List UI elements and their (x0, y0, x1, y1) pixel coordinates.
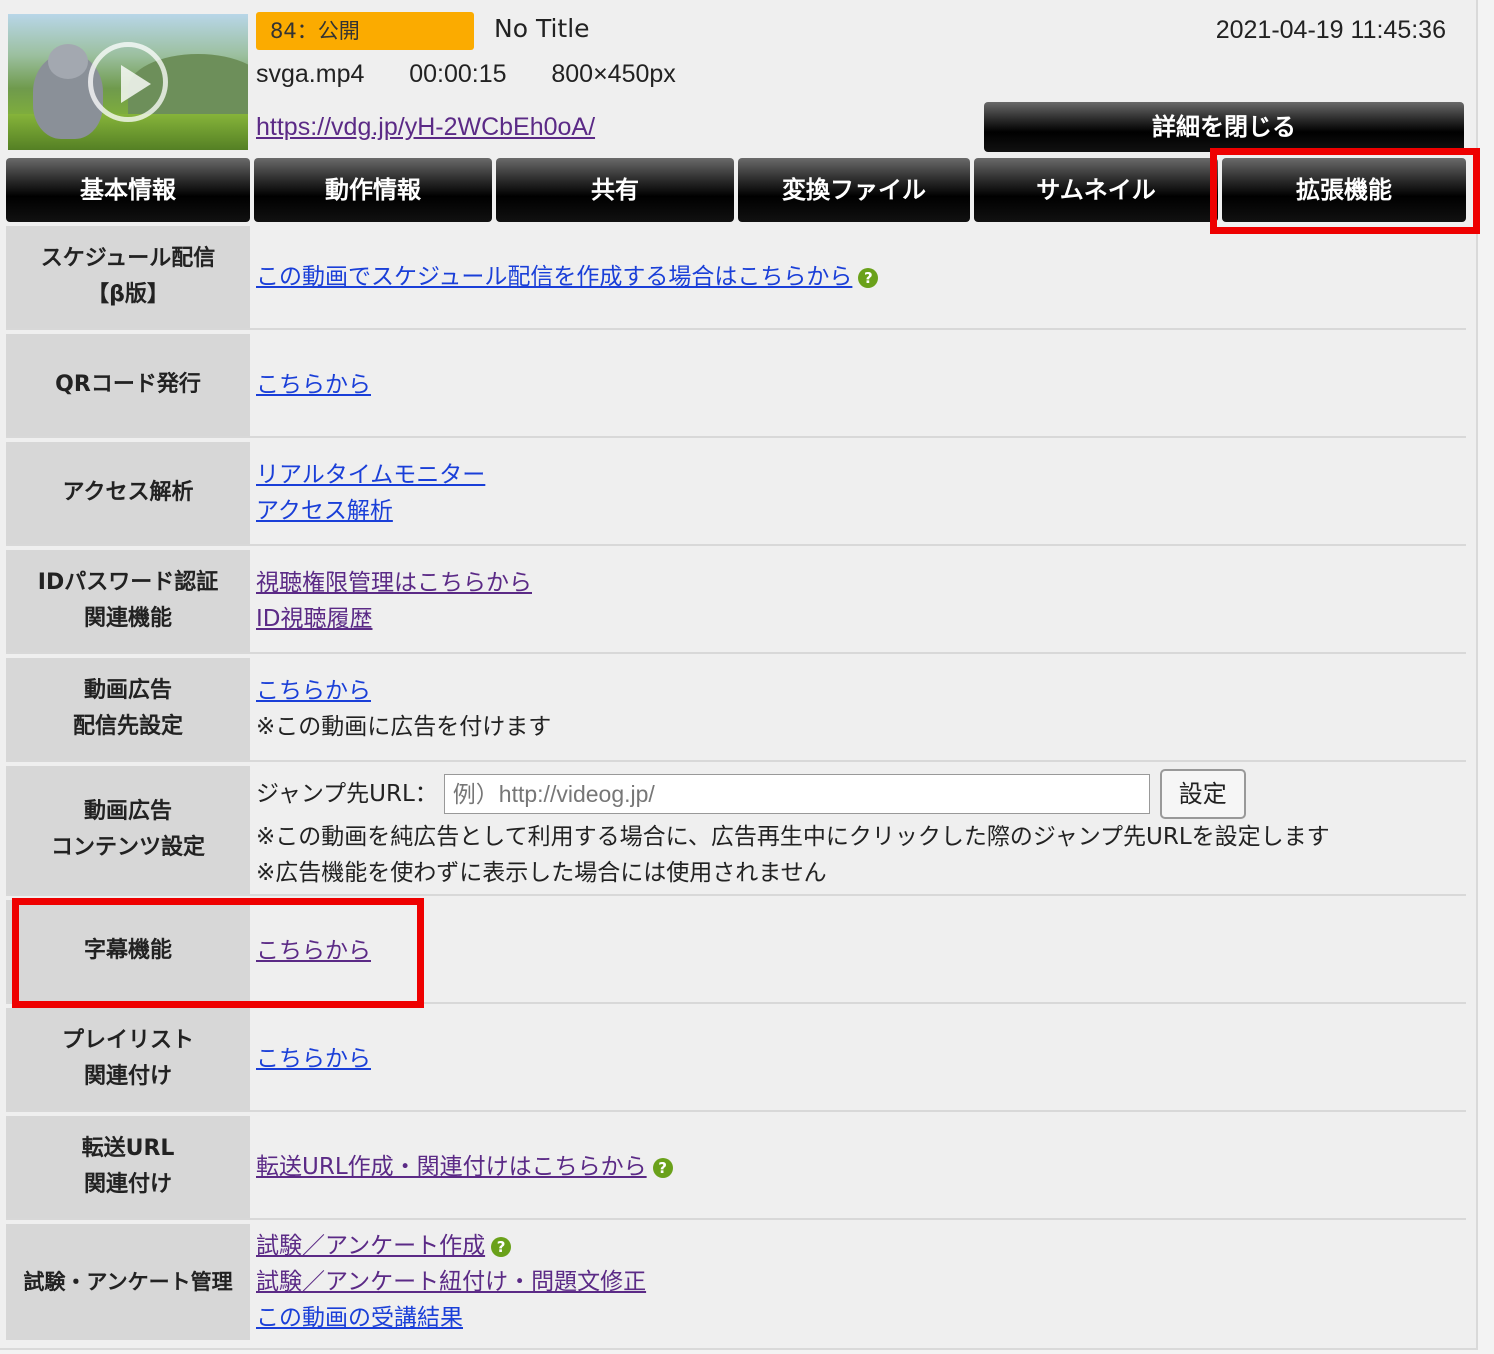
row-access: アクセス解析 リアルタイムモニター アクセス解析 (6, 442, 1466, 546)
close-details-button[interactable]: 詳細を閉じる (984, 102, 1464, 152)
exam-results-link[interactable]: この動画の受講結果 (256, 1305, 463, 1331)
exam-link-edit-link[interactable]: 試験／アンケート紐付け・問題文修正 (256, 1269, 646, 1295)
video-thumbnail[interactable] (8, 14, 248, 150)
row-forward-url: 転送URL 関連付け 転送URL作成・関連付けはこちらから? (6, 1116, 1466, 1220)
highlight-extensions-tab (1210, 148, 1480, 234)
row-label: アクセス解析 (6, 442, 250, 544)
row-label: QRコード発行 (6, 334, 250, 436)
video-detail-panel: 84：公開 No Title 2021-04-19 11:45:36 svga.… (0, 0, 1480, 1350)
tab-converted-files[interactable]: 変換ファイル (738, 158, 970, 222)
row-content: 試験／アンケート作成? 試験／アンケート紐付け・問題文修正 この動画の受講結果 (256, 1224, 1466, 1340)
row-content: ジャンプ先URL： 例）http://videog.jp/ 設定 ※この動画を純… (256, 766, 1466, 894)
row-content: こちらから (256, 1008, 1466, 1110)
realtime-monitor-link[interactable]: リアルタイムモニター (256, 462, 485, 488)
row-content: こちらから ※この動画に広告を付けます (256, 658, 1466, 760)
row-label: プレイリスト 関連付け (6, 1008, 250, 1110)
jump-url-label: ジャンプ先URL： (256, 781, 438, 807)
ad-content-note: ※この動画を純広告として利用する場合に、広告再生中にクリックした際のジャンプ先U… (256, 824, 1330, 850)
play-icon[interactable] (88, 42, 168, 122)
tab-behavior-info[interactable]: 動作情報 (254, 158, 492, 222)
row-content: この動画でスケジュール配信を作成する場合はこちらから? (256, 226, 1466, 328)
set-button[interactable]: 設定 (1159, 769, 1246, 819)
video-url-link[interactable]: https://vdg.jp/yH-2WCbEh0oA/ (256, 113, 595, 142)
tab-basic-info[interactable]: 基本情報 (6, 158, 250, 222)
row-label: 転送URL 関連付け (6, 1116, 250, 1218)
qr-link[interactable]: こちらから (256, 372, 371, 398)
highlight-subtitle-row (12, 898, 424, 1008)
row-content: こちらから (256, 334, 1466, 436)
row-label: 動画広告 配信先設定 (6, 658, 250, 760)
id-view-history-link[interactable]: ID視聴履歴 (256, 606, 373, 632)
jump-url-input[interactable]: 例）http://videog.jp/ (443, 774, 1150, 814)
ad-content-note: ※広告機能を使わずに表示した場合には使用されません (256, 860, 827, 886)
row-label: スケジュール配信 【β版】 (6, 226, 250, 328)
forward-url-link[interactable]: 転送URL作成・関連付けはこちらから (256, 1154, 647, 1180)
status-badge: 84：公開 (256, 12, 474, 50)
row-label: 動画広告 コンテンツ設定 (6, 766, 250, 894)
schedule-link[interactable]: この動画でスケジュール配信を作成する場合はこちらから (256, 264, 852, 290)
playlist-link[interactable]: こちらから (256, 1046, 371, 1072)
file-info: svga.mp4 00:00:15 800×450px (256, 60, 676, 88)
help-icon[interactable]: ? (652, 1157, 673, 1178)
help-icon[interactable]: ? (858, 267, 879, 288)
access-analysis-link[interactable]: アクセス解析 (256, 498, 393, 524)
row-qr: QRコード発行 こちらから (6, 334, 1466, 438)
tab-thumbnail[interactable]: サムネイル (974, 158, 1218, 222)
row-content: 視聴権限管理はこちらから ID視聴履歴 (256, 550, 1466, 652)
row-content: リアルタイムモニター アクセス解析 (256, 442, 1466, 544)
ad-destination-link[interactable]: こちらから (256, 678, 371, 704)
row-label: 試験・アンケート管理 (6, 1224, 250, 1340)
row-ad-content: 動画広告 コンテンツ設定 ジャンプ先URL： 例）http://videog.j… (6, 766, 1466, 896)
row-content: 転送URL作成・関連付けはこちらから? (256, 1116, 1466, 1218)
ad-note: ※この動画に広告を付けます (256, 714, 552, 740)
upload-datetime: 2021-04-19 11:45:36 (1215, 16, 1446, 44)
row-playlist: プレイリスト 関連付け こちらから (6, 1008, 1466, 1112)
row-ad-destination: 動画広告 配信先設定 こちらから ※この動画に広告を付けます (6, 658, 1466, 762)
tab-share[interactable]: 共有 (496, 158, 734, 222)
help-icon[interactable]: ? (491, 1236, 512, 1257)
thumbnail-character-head (48, 44, 88, 79)
video-title: No Title (494, 14, 590, 43)
row-schedule: スケジュール配信 【β版】 この動画でスケジュール配信を作成する場合はこちらから… (6, 226, 1466, 330)
row-idpass: IDパスワード認証 関連機能 視聴権限管理はこちらから ID視聴履歴 (6, 550, 1466, 654)
row-label: IDパスワード認証 関連機能 (6, 550, 250, 652)
row-content: こちらから (256, 900, 1466, 1002)
row-exam: 試験・アンケート管理 試験／アンケート作成? 試験／アンケート紐付け・問題文修正… (6, 1224, 1466, 1340)
view-permission-link[interactable]: 視聴権限管理はこちらから (256, 570, 532, 596)
exam-create-link[interactable]: 試験／アンケート作成 (256, 1233, 485, 1259)
